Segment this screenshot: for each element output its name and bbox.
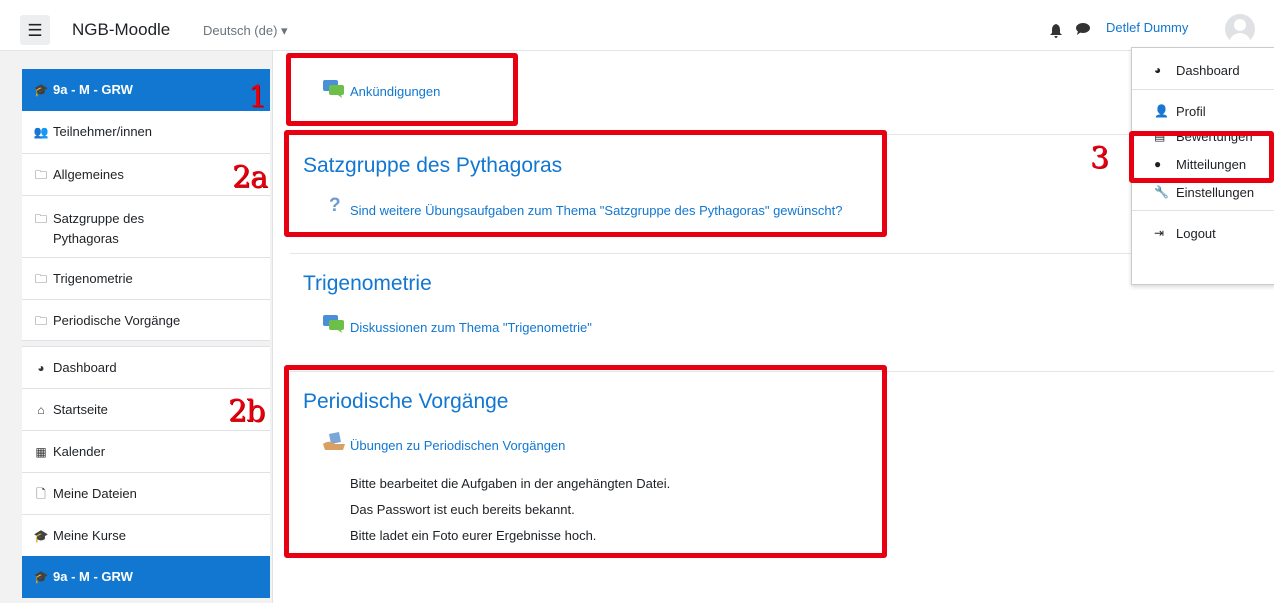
graduation-cap-icon: 🎓	[33, 570, 49, 584]
wrench-icon: 🔧	[1154, 185, 1169, 199]
marker-3: 3	[1090, 141, 1109, 176]
chevron-down-icon: ▾	[281, 23, 288, 38]
dashboard-icon: ◕	[1154, 63, 1162, 77]
highlight-box-2b	[284, 365, 887, 558]
section-divider	[290, 253, 1274, 254]
highlight-box-3	[1129, 131, 1274, 183]
sidebar-item-periodische[interactable]: 🗀 Periodische Vorgänge	[22, 299, 270, 341]
sidebar-item-meine-dateien[interactable]: 🗋 Meine Dateien	[22, 472, 270, 514]
folder-icon: 🗀	[34, 314, 47, 328]
hamburger-icon[interactable]: ☰	[20, 15, 50, 45]
section-title-trigenometrie[interactable]: Trigenometrie	[303, 272, 432, 296]
sidebar-item-kalender[interactable]: ▦ Kalender	[22, 430, 270, 472]
file-icon: 🗋	[36, 487, 46, 501]
logout-icon: ⇥	[1154, 226, 1165, 240]
graduation-cap-icon: 🎓	[33, 529, 49, 543]
folder-icon: 🗀	[34, 272, 47, 286]
sidebar-item-trigenometrie[interactable]: 🗀 Trigenometrie	[22, 257, 270, 299]
discussion-link[interactable]: Diskussionen zum Thema "Trigenometrie"	[350, 320, 592, 335]
home-icon: ⌂	[37, 403, 45, 417]
users-icon: 👥	[33, 125, 49, 139]
user-name[interactable]: Detlef Dummy	[1106, 20, 1188, 35]
sidebar-item-participants[interactable]: 👥 Teilnehmer/innen	[22, 111, 270, 153]
sidebar-item-dashboard[interactable]: ◕ Dashboard	[22, 346, 270, 388]
sidebar-item-course[interactable]: 🎓 9a - M - GRW	[22, 69, 270, 111]
language-label: Deutsch (de)	[203, 23, 278, 38]
bell-icon[interactable]	[1050, 24, 1062, 41]
marker-2b: 2b	[228, 394, 265, 429]
highlight-box-2a	[284, 130, 887, 237]
calendar-icon: ▦	[35, 445, 47, 459]
chat-icon[interactable]	[1076, 22, 1090, 38]
user-icon: 👤	[1154, 104, 1169, 118]
top-navbar: ☰ NGB-Moodle Deutsch (de) ▾ Detlef Dummy	[0, 0, 1274, 51]
sidebar-item-pythagoras[interactable]: 🗀 Satzgruppe des Pythagoras	[22, 195, 270, 257]
marker-2a: 2a	[232, 160, 268, 195]
language-menu[interactable]: Deutsch (de) ▾	[203, 23, 288, 39]
marker-1: 1	[248, 80, 267, 115]
sidebar-item-course-bottom[interactable]: 🎓 9a - M - GRW	[22, 556, 270, 598]
site-name[interactable]: NGB-Moodle	[72, 20, 170, 40]
folder-icon: 🗀	[34, 212, 47, 226]
dashboard-icon: ◕	[37, 361, 45, 375]
sidebar-item-meine-kurse[interactable]: 🎓 Meine Kurse	[22, 514, 270, 556]
avatar[interactable]	[1225, 14, 1255, 44]
highlight-box-1	[286, 53, 518, 126]
folder-icon: 🗀	[34, 168, 47, 182]
forum-icon	[323, 315, 345, 333]
graduation-cap-icon: 🎓	[33, 83, 49, 97]
